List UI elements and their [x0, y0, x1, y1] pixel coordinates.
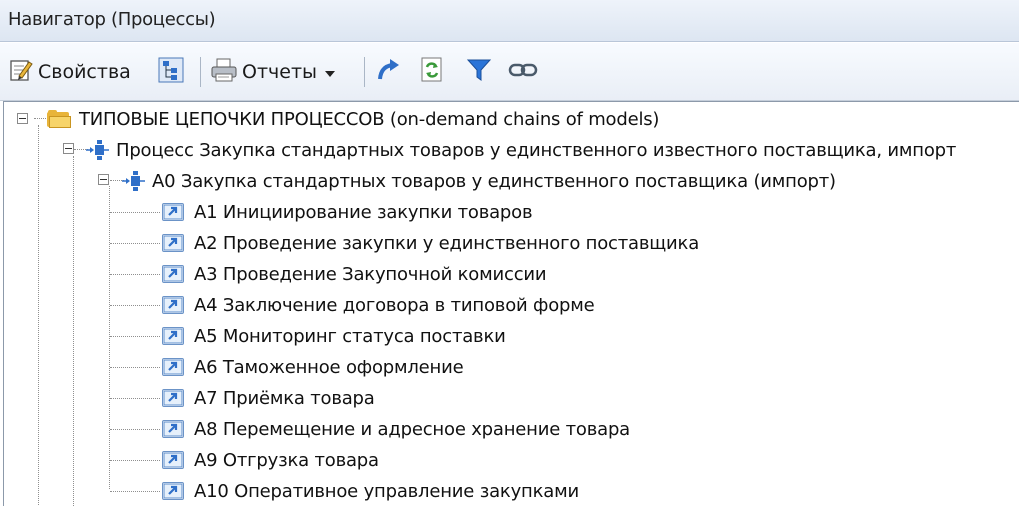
- tree-item-label: Процесс Закупка стандартных товаров у ед…: [116, 139, 957, 161]
- tree-item-activity[interactable]: A1 Инициирование закупки товаров: [162, 197, 533, 227]
- link-button[interactable]: [508, 57, 538, 87]
- filter-icon: [466, 57, 492, 87]
- refresh-icon: [420, 57, 444, 87]
- tree-item-activity[interactable]: A4 Заключение договора в типовой форме: [162, 290, 595, 320]
- tree-item-label: A2 Проведение закупки у единственного по…: [194, 232, 700, 254]
- shortcut-icon: [162, 327, 184, 345]
- toolbar: Свойства Отчеты: [0, 43, 1019, 101]
- toolbar-separator: [364, 57, 365, 87]
- collapse-toggle-process[interactable]: [63, 143, 74, 154]
- toolbar-separator: [200, 57, 201, 87]
- tree-item-label: A9 Отгрузка товара: [194, 449, 379, 471]
- collapse-toggle-root[interactable]: [17, 113, 28, 124]
- tree-item-activity[interactable]: A6 Таможенное оформление: [162, 352, 464, 382]
- tree-item-activity[interactable]: A2 Проведение закупки у единственного по…: [162, 228, 699, 258]
- tree-connector: [110, 429, 160, 430]
- tree-item-activity[interactable]: A5 Мониторинг статуса поставки: [162, 321, 506, 351]
- process-tree: ТИПОВЫЕ ЦЕПОЧКИ ПРОЦЕССОВ (on-demand cha…: [3, 101, 1019, 506]
- filter-button[interactable]: [466, 57, 492, 87]
- tree-item-activity[interactable]: A10 Оперативное управление закупками: [162, 476, 579, 506]
- title-bar: Навигатор (Процессы): [0, 0, 1019, 42]
- tree-item-label: A0 Закупка стандартных товаров у единств…: [152, 170, 836, 192]
- tree-item-process[interactable]: Процесс Закупка стандартных товаров у ед…: [86, 135, 956, 165]
- tree-item-a0[interactable]: A0 Закупка стандартных товаров у единств…: [122, 166, 836, 196]
- curved-arrow-icon: [376, 57, 402, 87]
- properties-button[interactable]: Свойства: [8, 57, 131, 87]
- reports-button[interactable]: Отчеты: [210, 57, 336, 87]
- shortcut-icon: [162, 420, 184, 438]
- tree-connector: [110, 243, 160, 244]
- tree-item-label: A10 Оперативное управление закупками: [194, 480, 579, 502]
- tree-view-button[interactable]: [158, 57, 184, 87]
- tree-item-label: A6 Таможенное оформление: [194, 356, 464, 378]
- tree-item-label: A4 Заключение договора в типовой форме: [194, 294, 595, 316]
- tree-connector: [34, 118, 46, 119]
- refresh-button[interactable]: [420, 57, 444, 87]
- tree-connector: [38, 125, 39, 506]
- tree-item-label: A5 Мониторинг статуса поставки: [194, 325, 506, 347]
- tree-item-label: A8 Перемещение и адресное хранение товар…: [194, 418, 631, 440]
- tree-connector: [110, 398, 160, 399]
- tree-item-label: A7 Приёмка товара: [194, 387, 375, 409]
- edit-properties-icon: [8, 57, 34, 87]
- chevron-down-icon[interactable]: [325, 63, 336, 82]
- navigator-window: Навигатор (Процессы) Свойства Отчеты ТИП…: [0, 0, 1019, 506]
- tree-connector: [110, 212, 160, 213]
- reports-label: Отчеты: [242, 61, 318, 83]
- folder-icon: [47, 110, 71, 128]
- tree-item-activity[interactable]: A7 Приёмка товара: [162, 383, 375, 413]
- tree-item-label: A3 Проведение Закупочной комиссии: [194, 263, 547, 285]
- shortcut-icon: [162, 296, 184, 314]
- collapse-toggle-a0[interactable]: [98, 174, 109, 185]
- tree-connector: [109, 186, 110, 489]
- tree-item-label: A1 Инициирование закупки товаров: [194, 201, 533, 223]
- properties-label: Свойства: [38, 61, 131, 83]
- shortcut-icon: [162, 234, 184, 252]
- tree-connector: [110, 274, 160, 275]
- tree-item-activity[interactable]: A9 Отгрузка товара: [162, 445, 379, 475]
- redo-button[interactable]: [376, 57, 402, 87]
- tree-connector: [110, 336, 160, 337]
- print-icon: [210, 57, 238, 87]
- tree-connector: [110, 367, 160, 368]
- process-icon: [86, 139, 110, 161]
- tree-connector: [110, 491, 160, 492]
- tree-item-root[interactable]: ТИПОВЫЕ ЦЕПОЧКИ ПРОЦЕССОВ (on-demand cha…: [47, 104, 659, 134]
- shortcut-icon: [162, 482, 184, 500]
- shortcut-icon: [162, 451, 184, 469]
- tree-connector: [73, 156, 74, 506]
- tree-view-icon: [158, 57, 184, 87]
- tree-item-label: ТИПОВЫЕ ЦЕПОЧКИ ПРОЦЕССОВ (on-demand cha…: [79, 108, 660, 130]
- tree-connector: [110, 305, 160, 306]
- tree-connector: [110, 460, 160, 461]
- window-title: Навигатор (Процессы): [8, 9, 216, 30]
- tree-item-activity[interactable]: A3 Проведение Закупочной комиссии: [162, 259, 547, 289]
- shortcut-icon: [162, 203, 184, 221]
- tree-item-activity[interactable]: A8 Перемещение и адресное хранение товар…: [162, 414, 630, 444]
- shortcut-icon: [162, 358, 184, 376]
- chain-link-icon: [508, 57, 538, 87]
- shortcut-icon: [162, 265, 184, 283]
- shortcut-icon: [162, 389, 184, 407]
- process-icon: [122, 170, 146, 192]
